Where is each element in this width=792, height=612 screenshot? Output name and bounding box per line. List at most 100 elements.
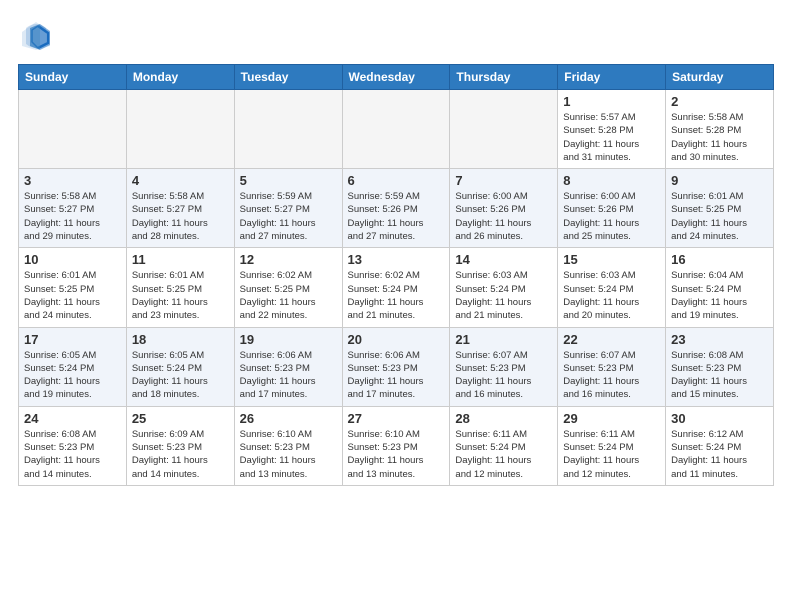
day-number: 26 <box>240 411 337 426</box>
day-info: Sunrise: 6:09 AM Sunset: 5:23 PM Dayligh… <box>132 428 229 481</box>
calendar-cell: 27 Sunrise: 6:10 AM Sunset: 5:23 PM Dayli… <box>342 406 450 485</box>
day-number: 13 <box>348 252 445 267</box>
day-number: 2 <box>671 94 768 109</box>
calendar-cell: 19 Sunrise: 6:06 AM Sunset: 5:23 PM Dayli… <box>234 327 342 406</box>
weekday-header-row: SundayMondayTuesdayWednesdayThursdayFrid… <box>19 65 774 90</box>
calendar-week-row-0: 1Sunrise: 5:57 AM Sunset: 5:28 PM Daylig… <box>19 90 774 169</box>
day-info: Sunrise: 5:58 AM Sunset: 5:27 PM Dayligh… <box>24 190 121 243</box>
day-info: Sunrise: 6:03 AM Sunset: 5:24 PM Dayligh… <box>455 269 552 322</box>
calendar-cell: 17 Sunrise: 6:05 AM Sunset: 5:24 PM Dayli… <box>19 327 127 406</box>
day-number: 16 <box>671 252 768 267</box>
calendar-cell: 20 Sunrise: 6:06 AM Sunset: 5:23 PM Dayli… <box>342 327 450 406</box>
calendar-cell: 11Sunrise: 6:01 AM Sunset: 5:25 PM Dayli… <box>126 248 234 327</box>
header <box>18 18 774 54</box>
day-number: 15 <box>563 252 660 267</box>
day-number: 22 <box>563 332 660 347</box>
day-info: Sunrise: 5:57 AM Sunset: 5:28 PM Dayligh… <box>563 111 660 164</box>
day-info: Sunrise: 6:05 AM Sunset: 5:24 PM Dayligh… <box>132 349 229 402</box>
weekday-header-thursday: Thursday <box>450 65 558 90</box>
day-number: 30 <box>671 411 768 426</box>
calendar-cell <box>19 90 127 169</box>
calendar-cell: 29Sunrise: 6:11 AM Sunset: 5:24 PM Dayli… <box>558 406 666 485</box>
calendar-week-row-2: 10 Sunrise: 6:01 AM Sunset: 5:25 PM Dayli… <box>19 248 774 327</box>
day-number: 5 <box>240 173 337 188</box>
day-number: 27 <box>348 411 445 426</box>
logo <box>18 18 58 54</box>
day-info: Sunrise: 6:01 AM Sunset: 5:25 PM Dayligh… <box>671 190 768 243</box>
weekday-header-saturday: Saturday <box>666 65 774 90</box>
day-info: Sunrise: 6:06 AM Sunset: 5:23 PM Dayligh… <box>348 349 445 402</box>
calendar-cell: 16 Sunrise: 6:04 AM Sunset: 5:24 PM Dayli… <box>666 248 774 327</box>
day-number: 3 <box>24 173 121 188</box>
calendar-cell: 18 Sunrise: 6:05 AM Sunset: 5:24 PM Dayli… <box>126 327 234 406</box>
day-number: 12 <box>240 252 337 267</box>
calendar-cell: 26 Sunrise: 6:10 AM Sunset: 5:23 PM Dayli… <box>234 406 342 485</box>
day-info: Sunrise: 6:11 AM Sunset: 5:24 PM Dayligh… <box>563 428 660 481</box>
calendar-cell: 6Sunrise: 5:59 AM Sunset: 5:26 PM Daylig… <box>342 169 450 248</box>
calendar: SundayMondayTuesdayWednesdayThursdayFrid… <box>18 64 774 486</box>
calendar-cell: 28Sunrise: 6:11 AM Sunset: 5:24 PM Dayli… <box>450 406 558 485</box>
day-number: 28 <box>455 411 552 426</box>
day-info: Sunrise: 6:06 AM Sunset: 5:23 PM Dayligh… <box>240 349 337 402</box>
weekday-header-friday: Friday <box>558 65 666 90</box>
calendar-cell <box>234 90 342 169</box>
calendar-cell: 22 Sunrise: 6:07 AM Sunset: 5:23 PM Dayli… <box>558 327 666 406</box>
day-number: 19 <box>240 332 337 347</box>
page: SundayMondayTuesdayWednesdayThursdayFrid… <box>0 0 792 612</box>
day-number: 7 <box>455 173 552 188</box>
calendar-cell: 12 Sunrise: 6:02 AM Sunset: 5:25 PM Dayli… <box>234 248 342 327</box>
calendar-cell: 10 Sunrise: 6:01 AM Sunset: 5:25 PM Dayli… <box>19 248 127 327</box>
calendar-cell: 23 Sunrise: 6:08 AM Sunset: 5:23 PM Dayli… <box>666 327 774 406</box>
day-number: 18 <box>132 332 229 347</box>
day-info: Sunrise: 6:02 AM Sunset: 5:24 PM Dayligh… <box>348 269 445 322</box>
day-info: Sunrise: 6:00 AM Sunset: 5:26 PM Dayligh… <box>563 190 660 243</box>
logo-icon <box>18 18 54 54</box>
calendar-cell: 9 Sunrise: 6:01 AM Sunset: 5:25 PM Daylig… <box>666 169 774 248</box>
calendar-cell: 8 Sunrise: 6:00 AM Sunset: 5:26 PM Daylig… <box>558 169 666 248</box>
weekday-header-wednesday: Wednesday <box>342 65 450 90</box>
day-info: Sunrise: 5:59 AM Sunset: 5:26 PM Dayligh… <box>348 190 445 243</box>
day-info: Sunrise: 6:10 AM Sunset: 5:23 PM Dayligh… <box>348 428 445 481</box>
day-number: 10 <box>24 252 121 267</box>
day-info: Sunrise: 6:00 AM Sunset: 5:26 PM Dayligh… <box>455 190 552 243</box>
calendar-cell: 2Sunrise: 5:58 AM Sunset: 5:28 PM Daylig… <box>666 90 774 169</box>
calendar-cell <box>126 90 234 169</box>
day-info: Sunrise: 6:02 AM Sunset: 5:25 PM Dayligh… <box>240 269 337 322</box>
calendar-cell <box>450 90 558 169</box>
day-info: Sunrise: 6:08 AM Sunset: 5:23 PM Dayligh… <box>671 349 768 402</box>
calendar-cell: 24 Sunrise: 6:08 AM Sunset: 5:23 PM Dayli… <box>19 406 127 485</box>
day-number: 24 <box>24 411 121 426</box>
calendar-week-row-3: 17 Sunrise: 6:05 AM Sunset: 5:24 PM Dayli… <box>19 327 774 406</box>
calendar-cell: 14 Sunrise: 6:03 AM Sunset: 5:24 PM Dayli… <box>450 248 558 327</box>
calendar-cell: 15 Sunrise: 6:03 AM Sunset: 5:24 PM Dayli… <box>558 248 666 327</box>
day-number: 25 <box>132 411 229 426</box>
calendar-cell: 4Sunrise: 5:58 AM Sunset: 5:27 PM Daylig… <box>126 169 234 248</box>
day-number: 11 <box>132 252 229 267</box>
calendar-cell: 3 Sunrise: 5:58 AM Sunset: 5:27 PM Daylig… <box>19 169 127 248</box>
calendar-cell: 21Sunrise: 6:07 AM Sunset: 5:23 PM Dayli… <box>450 327 558 406</box>
weekday-header-sunday: Sunday <box>19 65 127 90</box>
calendar-cell: 13 Sunrise: 6:02 AM Sunset: 5:24 PM Dayli… <box>342 248 450 327</box>
day-info: Sunrise: 6:01 AM Sunset: 5:25 PM Dayligh… <box>24 269 121 322</box>
day-number: 20 <box>348 332 445 347</box>
day-info: Sunrise: 6:08 AM Sunset: 5:23 PM Dayligh… <box>24 428 121 481</box>
day-number: 4 <box>132 173 229 188</box>
calendar-cell: 5Sunrise: 5:59 AM Sunset: 5:27 PM Daylig… <box>234 169 342 248</box>
day-number: 17 <box>24 332 121 347</box>
day-number: 8 <box>563 173 660 188</box>
calendar-cell: 1Sunrise: 5:57 AM Sunset: 5:28 PM Daylig… <box>558 90 666 169</box>
day-info: Sunrise: 6:10 AM Sunset: 5:23 PM Dayligh… <box>240 428 337 481</box>
day-number: 14 <box>455 252 552 267</box>
weekday-header-monday: Monday <box>126 65 234 90</box>
day-number: 23 <box>671 332 768 347</box>
day-info: Sunrise: 6:12 AM Sunset: 5:24 PM Dayligh… <box>671 428 768 481</box>
day-info: Sunrise: 6:04 AM Sunset: 5:24 PM Dayligh… <box>671 269 768 322</box>
day-number: 21 <box>455 332 552 347</box>
day-info: Sunrise: 6:07 AM Sunset: 5:23 PM Dayligh… <box>563 349 660 402</box>
calendar-cell: 25 Sunrise: 6:09 AM Sunset: 5:23 PM Dayli… <box>126 406 234 485</box>
day-info: Sunrise: 6:03 AM Sunset: 5:24 PM Dayligh… <box>563 269 660 322</box>
calendar-cell: 7 Sunrise: 6:00 AM Sunset: 5:26 PM Daylig… <box>450 169 558 248</box>
day-info: Sunrise: 6:05 AM Sunset: 5:24 PM Dayligh… <box>24 349 121 402</box>
calendar-cell <box>342 90 450 169</box>
day-number: 9 <box>671 173 768 188</box>
